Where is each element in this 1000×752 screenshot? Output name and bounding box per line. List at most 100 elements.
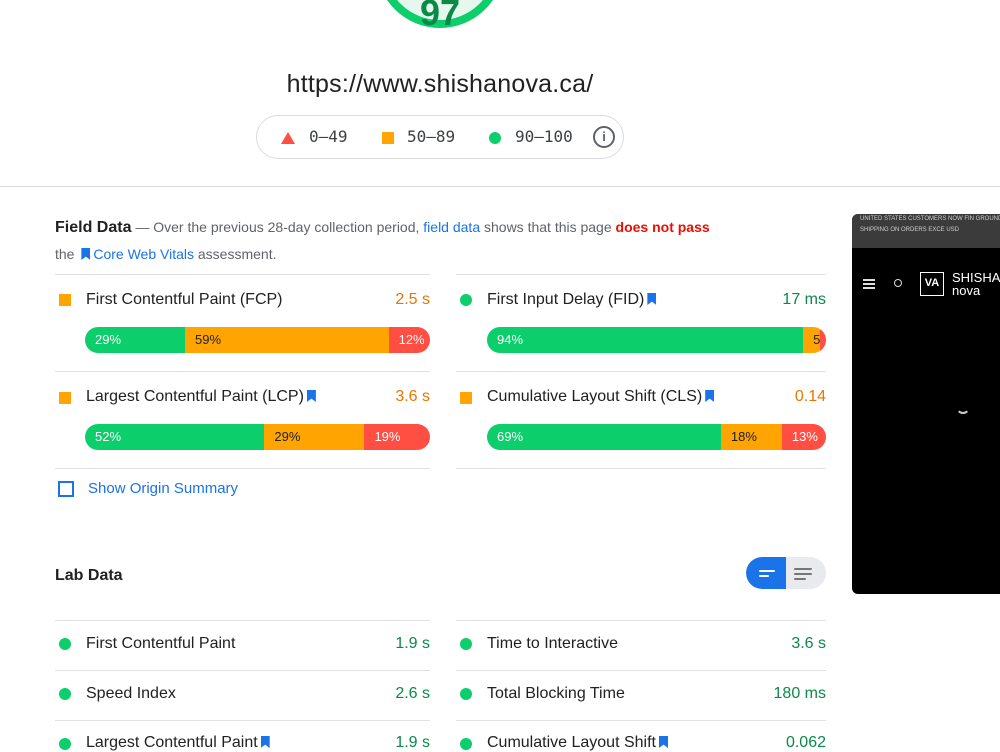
- header-divider: [0, 186, 1000, 187]
- field-metric-label-cls: Cumulative Layout Shift (CLS): [487, 388, 717, 406]
- average-square-icon: [382, 132, 394, 144]
- bookmark-icon: [705, 390, 715, 402]
- distribution-segment-average: 18%: [720, 424, 782, 450]
- good-circle-icon: [489, 132, 501, 144]
- lab-metric-label-si: Speed Index: [86, 685, 176, 702]
- distribution-segment-poor: 12%: [388, 327, 430, 353]
- bookmark-icon: [658, 736, 668, 748]
- legend-good-range: 90–100: [515, 127, 573, 146]
- divider: [456, 468, 826, 469]
- lab-metric-value-fcp: 1.9 s: [395, 635, 430, 652]
- distribution-segment-poor: 1%: [820, 327, 826, 353]
- divider: [55, 670, 430, 671]
- field-metric-label-fid: First Input Delay (FID): [487, 291, 659, 309]
- fid-label-text: First Input Delay (FID): [487, 291, 645, 308]
- distribution-segment-average: 59%: [185, 327, 389, 353]
- origin-summary-label[interactable]: Show Origin Summary: [88, 480, 238, 497]
- search-icon: [894, 279, 902, 287]
- performance-score: 97: [419, 0, 461, 33]
- loading-spinner-icon: [956, 400, 970, 414]
- legend-average-range: 50–89: [407, 127, 456, 146]
- distribution-segment-average: 5%: [803, 327, 826, 353]
- good-circle-icon: [460, 294, 472, 306]
- origin-summary-checkbox[interactable]: [58, 481, 74, 497]
- distribution-segment-average: 29%: [264, 424, 365, 450]
- divider: [55, 720, 430, 721]
- divider: [456, 274, 826, 275]
- field-desc-part: assessment.: [194, 246, 277, 262]
- view-toggle-detail[interactable]: [786, 557, 826, 589]
- distribution-segment-poor: 13%: [781, 424, 826, 450]
- divider: [456, 371, 826, 372]
- distribution-bar-cls: 69% 18% 13%: [487, 424, 826, 450]
- field-metric-label-lcp: Largest Contentful Paint (LCP): [86, 388, 319, 406]
- good-circle-icon: [460, 638, 472, 650]
- poor-triangle-icon: [281, 132, 295, 144]
- field-metric-value-fcp: 2.5 s: [395, 291, 430, 308]
- field-metric-value-cls: 0.14: [794, 388, 826, 405]
- divider: [456, 720, 826, 721]
- lcp-label-text: Largest Contentful Paint (LCP): [86, 388, 304, 405]
- brand-logo: VA: [920, 272, 944, 296]
- view-toggle-summary[interactable]: [746, 557, 786, 589]
- distribution-bar-lcp: 52% 29% 19%: [85, 424, 430, 450]
- distribution-bar-fid: 94%5%1%: [487, 327, 826, 353]
- field-data-link[interactable]: field data: [423, 219, 480, 235]
- core-web-vitals-link[interactable]: Core Web Vitals: [93, 246, 194, 262]
- toggle-line: [794, 578, 806, 580]
- divider: [456, 670, 826, 671]
- toggle-line: [794, 573, 812, 575]
- page-url: https://www.shishanova.ca/: [286, 70, 594, 98]
- field-desc-part: shows that this page: [480, 219, 616, 235]
- distribution-segment-good: 69%: [487, 424, 721, 450]
- distribution-segment-good: 94%: [487, 327, 804, 353]
- distribution-segment-poor: 19%: [364, 424, 430, 450]
- average-square-icon: [59, 392, 71, 404]
- lab-metric-label-cls: Cumulative Layout Shift: [487, 734, 671, 752]
- toggle-line: [794, 568, 812, 570]
- distribution-bar-fcp: 29% 59% 12%: [85, 327, 430, 353]
- lab-metric-value-cls: 0.062: [785, 734, 826, 751]
- divider: [55, 371, 430, 372]
- lab-metric-value-tbt: 180 ms: [773, 685, 826, 702]
- phone-shipping-banner: UNITED STATES CUSTOMERS NOW FIN GROUND S…: [852, 214, 1000, 248]
- good-circle-icon: [59, 738, 71, 750]
- field-data-title: Field Data: [55, 219, 132, 236]
- view-toggle[interactable]: [746, 557, 826, 589]
- divider: [55, 468, 430, 469]
- lab-metric-label-tbt: Total Blocking Time: [487, 685, 625, 702]
- distribution-segment-good: 29%: [85, 327, 186, 353]
- field-metric-value-fid: 17 ms: [782, 291, 826, 308]
- bookmark-icon: [260, 736, 270, 748]
- divider: [55, 620, 430, 621]
- field-data-description: Field Data — Over the previous 28-day co…: [55, 214, 835, 267]
- cls-label-text: Cumulative Layout Shift (CLS): [487, 388, 703, 405]
- lab-metric-value-tti: 3.6 s: [791, 635, 826, 652]
- lab-cls-label-text: Cumulative Layout Shift: [487, 734, 656, 751]
- average-square-icon: [59, 294, 71, 306]
- average-square-icon: [460, 392, 472, 404]
- bookmark-icon: [647, 293, 657, 305]
- fail-status: does not pass: [615, 219, 710, 235]
- lab-metric-label-fcp: First Contentful Paint: [86, 635, 236, 652]
- bookmark-icon: [81, 248, 91, 260]
- good-circle-icon: [460, 688, 472, 700]
- mobile-screenshot-preview: UNITED STATES CUSTOMERS NOW FIN GROUND S…: [852, 214, 1000, 594]
- field-desc-part: — Over the previous 28-day collection pe…: [131, 219, 424, 235]
- lab-lcp-label-text: Largest Contentful Paint: [86, 734, 258, 751]
- phone-header: VA SHISHA nova: [852, 266, 1000, 306]
- good-circle-icon: [59, 688, 71, 700]
- toggle-line: [759, 575, 769, 577]
- field-desc-part: the: [55, 246, 79, 262]
- legend-poor-range: 0–49: [309, 127, 348, 146]
- score-legend: 0–49 50–89 90–100 i: [256, 115, 624, 159]
- divider: [456, 620, 826, 621]
- lab-metric-value-si: 2.6 s: [395, 685, 430, 702]
- distribution-segment-good: 52%: [85, 424, 265, 450]
- brand-name-bottom: nova: [952, 283, 981, 298]
- lab-data-title: Lab Data: [55, 567, 123, 584]
- divider: [55, 274, 430, 275]
- info-icon[interactable]: i: [593, 126, 615, 148]
- lab-metric-label-tti: Time to Interactive: [487, 635, 619, 652]
- field-metric-label-fcp: First Contentful Paint (FCP): [86, 291, 283, 308]
